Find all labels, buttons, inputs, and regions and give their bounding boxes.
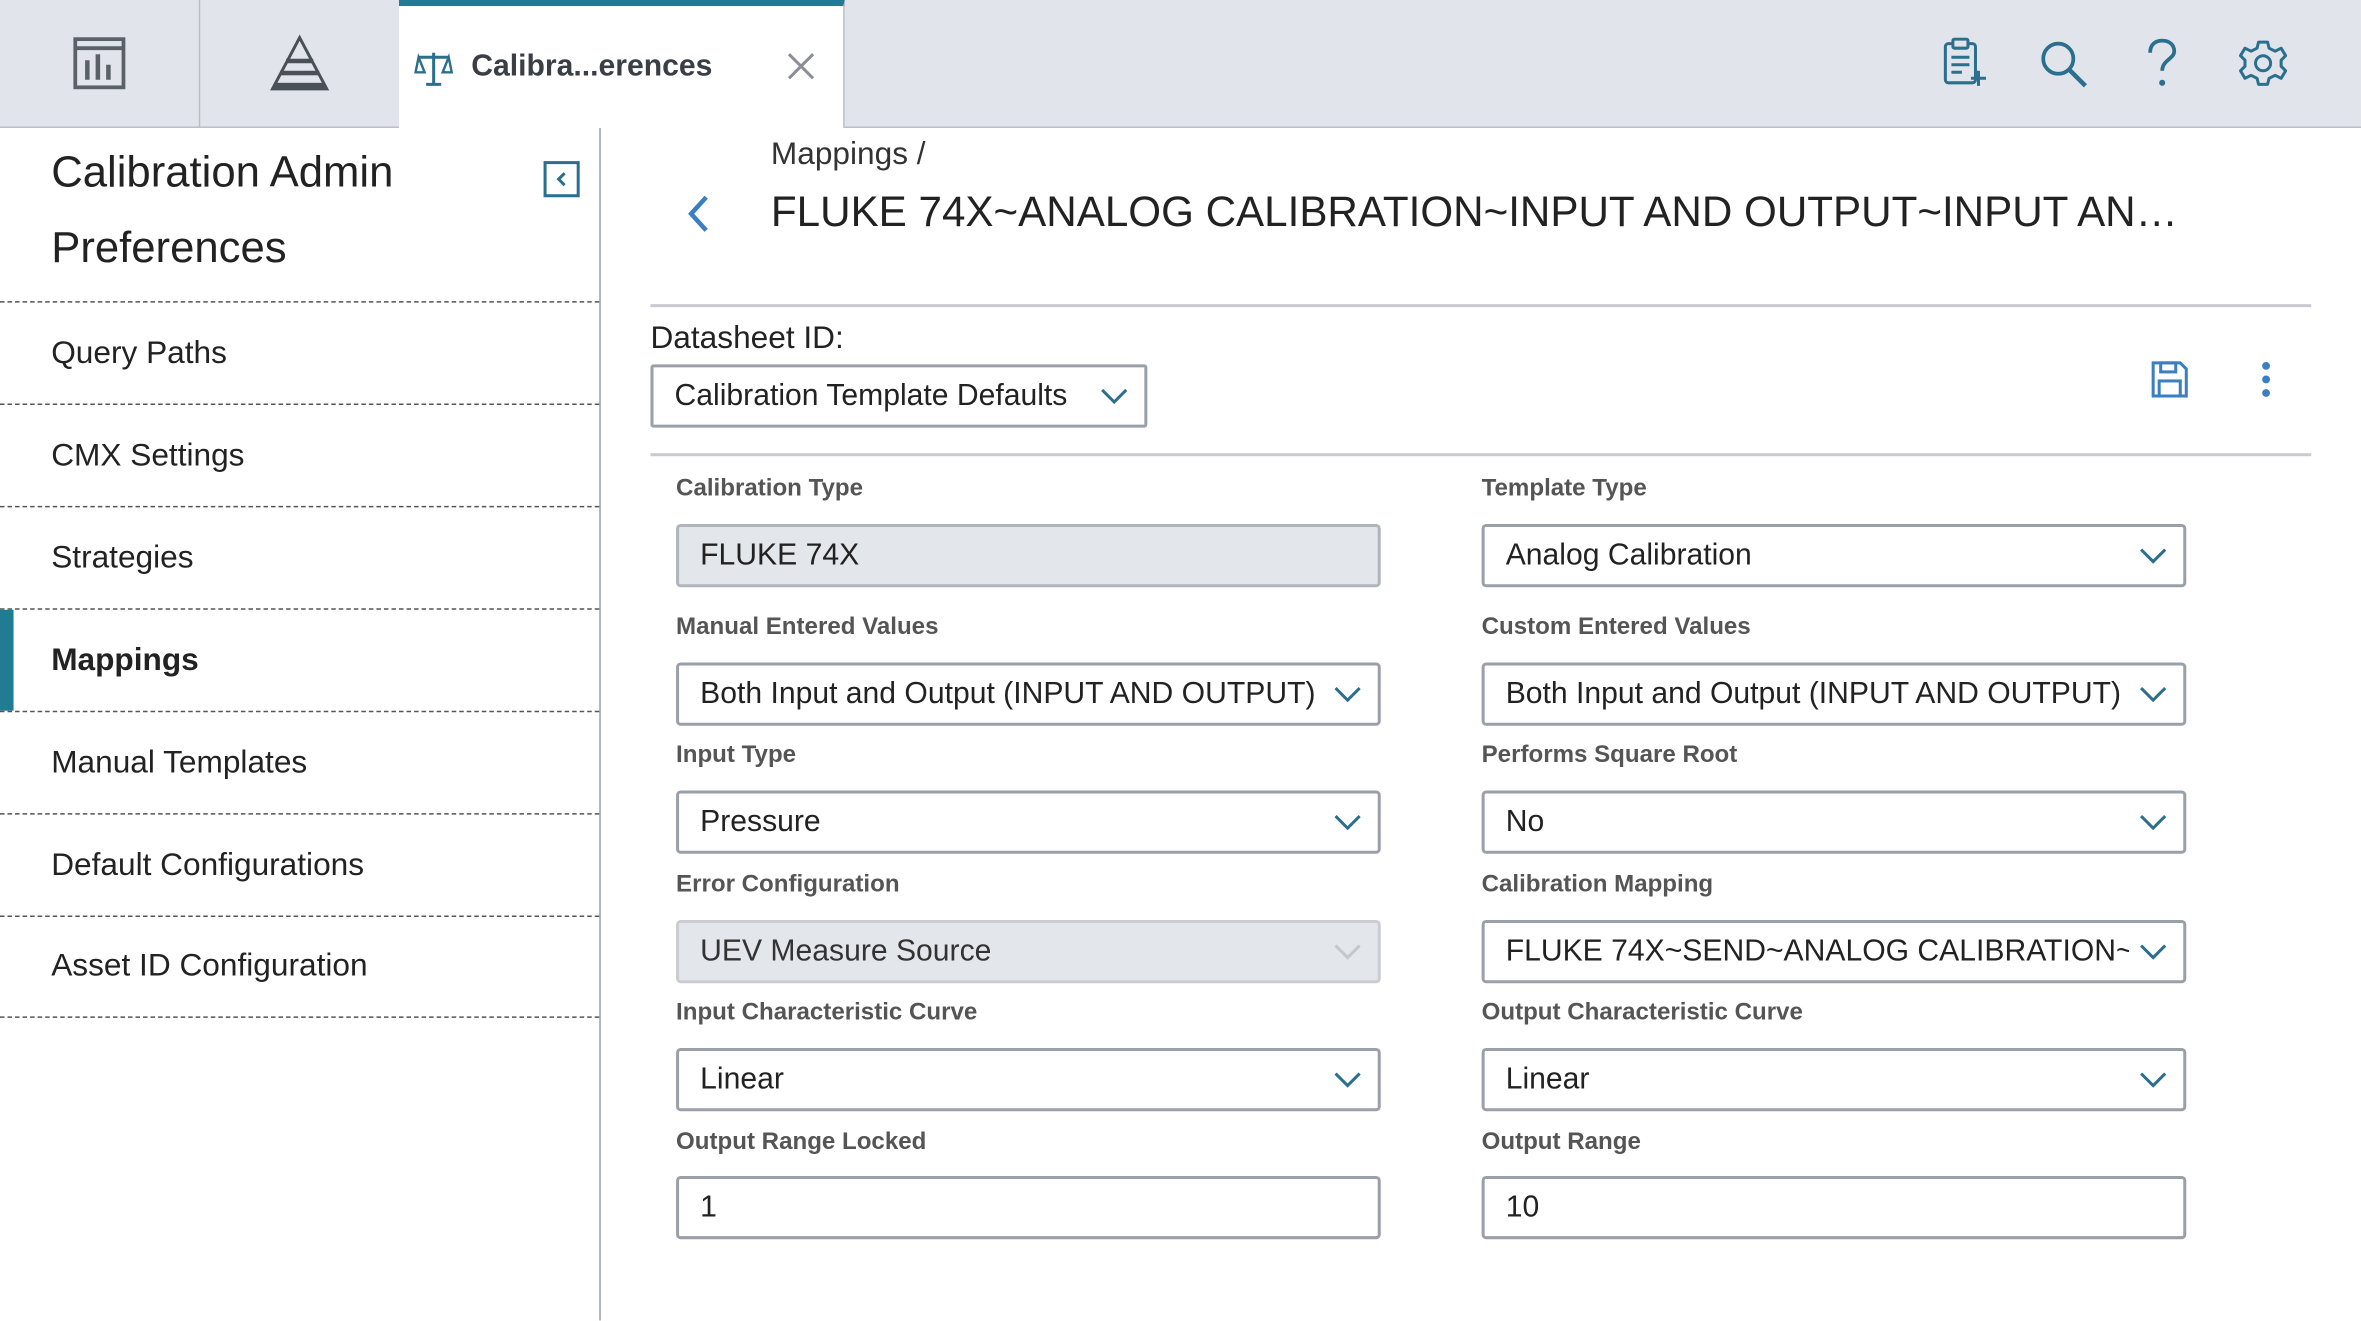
sidebar-item-cmx-settings[interactable]: CMX Settings xyxy=(0,403,600,506)
more-options-button[interactable] xyxy=(2253,358,2280,403)
output-range-locked-input[interactable]: 1 xyxy=(676,1175,1381,1240)
output-characteristic-curve-select[interactable]: Linear xyxy=(1481,1047,2187,1112)
top-bar: Calibra...erences xyxy=(0,0,2361,128)
input-type-select[interactable]: Pressure xyxy=(676,790,1381,854)
custom-entered-values-select[interactable]: Both Input and Output (INPUT AND OUTPUT) xyxy=(1481,662,2187,726)
app-tab-pyramid[interactable] xyxy=(199,0,401,127)
datasheet-select[interactable]: Calibration Template Defaults xyxy=(650,364,1148,428)
tab-label: Calibra...erences xyxy=(471,49,713,83)
new-record-icon xyxy=(1943,37,1987,86)
chevron-down-icon xyxy=(2140,548,2167,564)
sidebar-item-label: Asset ID Configuration xyxy=(51,948,368,984)
chevron-down-icon xyxy=(1334,1072,1361,1088)
performs-square-root-label: Performs Square Root xyxy=(1481,742,1738,768)
chevron-down-icon xyxy=(2140,687,2167,703)
sidebar-item-label: Strategies xyxy=(51,539,194,575)
output-characteristic-curve-value: Linear xyxy=(1505,1062,1590,1096)
template-type-label: Template Type xyxy=(1481,475,1647,502)
sidebar-item-mappings[interactable]: Mappings xyxy=(0,608,600,711)
settings-button[interactable] xyxy=(2233,33,2293,93)
calibration-mapping-value: FLUKE 74X~SEND~ANALOG CALIBRATION~CI( xyxy=(1505,934,2130,968)
save-icon xyxy=(2151,361,2188,398)
sidebar-item-label: Query Paths xyxy=(51,335,227,370)
sidebar-item-manual-templates[interactable]: Manual Templates xyxy=(0,710,600,813)
divider xyxy=(650,304,2312,308)
chevron-down-icon xyxy=(2140,815,2167,831)
app-root: Calibra...erences Calibration Admin Pref… xyxy=(0,0,2361,1321)
page-title: FLUKE 74X~ANALOG CALIBRATION~INPUT AND O… xyxy=(770,188,2202,235)
new-record-button[interactable] xyxy=(1932,33,1992,93)
pyramid-icon xyxy=(269,34,329,91)
error-configuration-select: UEV Measure Source xyxy=(676,919,1381,984)
manual-entered-values-label: Manual Entered Values xyxy=(676,614,939,640)
divider xyxy=(650,453,2312,457)
tab-calibration-preferences[interactable]: Calibra...erences xyxy=(399,0,845,128)
output-characteristic-curve-label: Output Characteristic Curve xyxy=(1481,999,1803,1026)
chevron-down-icon xyxy=(1334,815,1361,831)
sidebar-item-asset-id-configuration[interactable]: Asset ID Configuration xyxy=(0,915,600,1018)
sidebar-item-label: Default Configurations xyxy=(51,846,365,882)
datasheet-label: Datasheet ID: xyxy=(650,320,844,356)
output-range-input[interactable]: 10 xyxy=(1481,1175,2187,1240)
collapse-sidebar-button[interactable] xyxy=(543,161,580,198)
chevron-down-icon xyxy=(1334,944,1361,960)
sidebar: Calibration Admin Preferences Query Path… xyxy=(0,127,601,1321)
input-characteristic-curve-label: Input Characteristic Curve xyxy=(676,999,978,1026)
sidebar-item-label: CMX Settings xyxy=(51,437,245,473)
sidebar-title-line1: Calibration Admin xyxy=(51,149,394,198)
back-button[interactable] xyxy=(682,191,718,236)
sidebar-item-default-configurations[interactable]: Default Configurations xyxy=(0,813,600,915)
output-range-value: 10 xyxy=(1505,1190,1540,1224)
input-type-value: Pressure xyxy=(700,804,821,838)
help-button[interactable] xyxy=(2132,33,2192,93)
sidebar-title: Calibration Admin Preferences xyxy=(51,136,393,287)
output-range-locked-label: Output Range Locked xyxy=(676,1129,927,1155)
datasheet-value: Calibration Template Defaults xyxy=(674,378,1068,412)
chevron-left-icon xyxy=(688,195,708,232)
sidebar-item-label: Mappings xyxy=(51,642,199,677)
custom-entered-values-value: Both Input and Output (INPUT AND OUTPUT) xyxy=(1505,676,2122,710)
calibration-type-field: FLUKE 74X xyxy=(676,523,1381,588)
settings-icon xyxy=(2238,40,2288,86)
custom-entered-values-label: Custom Entered Values xyxy=(1481,614,1751,640)
sidebar-item-query-paths[interactable]: Query Paths xyxy=(0,301,600,403)
input-type-label: Input Type xyxy=(676,742,797,768)
error-configuration-label: Error Configuration xyxy=(676,871,900,898)
input-characteristic-curve-value: Linear xyxy=(700,1062,784,1096)
sidebar-item-strategies[interactable]: Strategies xyxy=(0,505,600,608)
chevron-down-icon xyxy=(1101,388,1128,405)
calibration-type-label: Calibration Type xyxy=(676,475,864,502)
chevron-left-icon xyxy=(556,172,566,187)
search-icon xyxy=(2041,41,2087,88)
template-type-select[interactable]: Analog Calibration xyxy=(1481,523,2187,588)
error-configuration-value: UEV Measure Source xyxy=(700,934,992,968)
output-range-locked-value: 1 xyxy=(700,1190,717,1224)
save-button[interactable] xyxy=(2149,358,2191,400)
breadcrumb[interactable]: Mappings / xyxy=(771,137,926,173)
close-tab-icon[interactable] xyxy=(786,51,816,81)
performs-square-root-select[interactable]: No xyxy=(1481,790,2187,854)
sidebar-title-line2: Preferences xyxy=(51,224,287,273)
chevron-down-icon xyxy=(2140,944,2167,960)
main-content: Mappings / FLUKE 74X~ANALOG CALIBRATION~… xyxy=(601,128,2361,1321)
calibration-mapping-label: Calibration Mapping xyxy=(1481,871,1714,898)
kebab-menu-icon xyxy=(2262,361,2270,397)
sidebar-item-label: Manual Templates xyxy=(51,744,308,780)
help-icon xyxy=(2148,38,2177,86)
app-tab-dashboard[interactable] xyxy=(0,0,201,127)
sidebar-nav: Query Paths CMX Settings Strategies Mapp… xyxy=(0,301,600,1018)
calibration-type-value: FLUKE 74X xyxy=(700,538,860,572)
input-characteristic-curve-select[interactable]: Linear xyxy=(676,1047,1381,1112)
calibration-mapping-select[interactable]: FLUKE 74X~SEND~ANALOG CALIBRATION~CI( xyxy=(1481,919,2187,984)
manual-entered-values-select[interactable]: Both Input and Output (INPUT AND OUTPUT) xyxy=(676,662,1381,726)
dashboard-icon xyxy=(73,37,126,90)
scale-icon xyxy=(414,47,454,86)
chevron-down-icon xyxy=(1334,687,1361,703)
performs-square-root-value: No xyxy=(1505,804,1545,838)
template-type-value: Analog Calibration xyxy=(1505,538,1752,572)
search-button[interactable] xyxy=(2033,33,2093,93)
manual-entered-values-value: Both Input and Output (INPUT AND OUTPUT) xyxy=(700,676,1316,710)
chevron-down-icon xyxy=(2140,1072,2167,1088)
output-range-label: Output Range xyxy=(1481,1129,1641,1155)
